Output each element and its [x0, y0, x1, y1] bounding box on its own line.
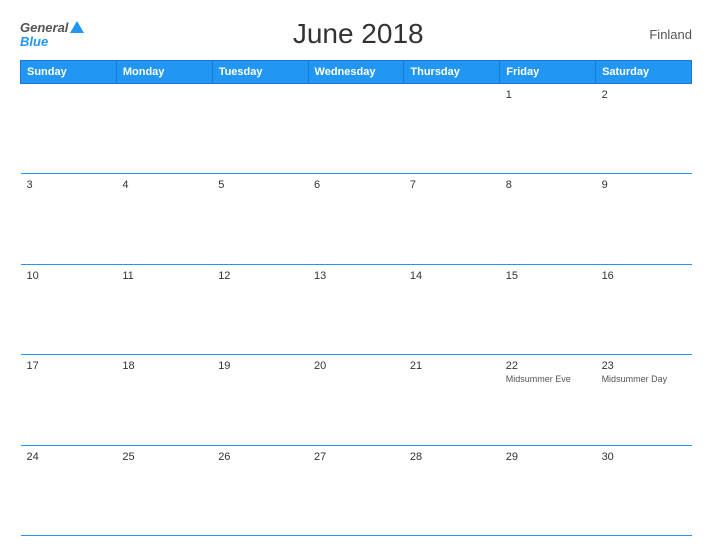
weekday-header-wednesday: Wednesday — [308, 61, 404, 84]
day-number: 16 — [602, 270, 686, 282]
weekday-header-thursday: Thursday — [404, 61, 500, 84]
calendar-week-row: 17 18 19 20 21 22 Midsummer Eve 23 Midsummer Day — [21, 355, 692, 445]
day-number: 24 — [27, 451, 111, 463]
day-number: 26 — [218, 451, 302, 463]
logo-triangle-icon — [70, 21, 84, 33]
weekday-header-tuesday: Tuesday — [212, 61, 308, 84]
calendar-cell: 27 — [308, 445, 404, 535]
day-number: 30 — [602, 451, 686, 463]
day-number: 11 — [122, 270, 206, 282]
day-number: 14 — [410, 270, 494, 282]
weekday-header-friday: Friday — [500, 61, 596, 84]
day-number: 7 — [410, 179, 494, 191]
calendar-cell — [404, 84, 500, 174]
event-label: Midsummer Eve — [506, 374, 590, 386]
calendar-cell: 24 — [21, 445, 117, 535]
calendar-cell: 23 Midsummer Day — [596, 355, 692, 445]
calendar-cell: 28 — [404, 445, 500, 535]
calendar-cell: 22 Midsummer Eve — [500, 355, 596, 445]
day-number: 23 — [602, 360, 686, 372]
calendar-week-row: 10 11 12 13 14 15 16 — [21, 264, 692, 354]
day-number: 29 — [506, 451, 590, 463]
calendar-cell: 6 — [308, 174, 404, 264]
calendar-table: SundayMondayTuesdayWednesdayThursdayFrid… — [20, 60, 692, 536]
calendar-title: June 2018 — [84, 18, 632, 50]
calendar-cell: 3 — [21, 174, 117, 264]
calendar-cell: 19 — [212, 355, 308, 445]
calendar-cell: 25 — [116, 445, 212, 535]
calendar-cell: 17 — [21, 355, 117, 445]
day-number: 25 — [122, 451, 206, 463]
logo: General Blue — [20, 21, 84, 48]
day-number: 4 — [122, 179, 206, 191]
calendar-week-row: 24 25 26 27 28 29 30 — [21, 445, 692, 535]
weekday-header-row: SundayMondayTuesdayWednesdayThursdayFrid… — [21, 61, 692, 84]
calendar-cell: 21 — [404, 355, 500, 445]
calendar-cell: 4 — [116, 174, 212, 264]
calendar-cell — [21, 84, 117, 174]
calendar-header: General Blue June 2018 Finland — [20, 18, 692, 50]
calendar-cell: 13 — [308, 264, 404, 354]
weekday-header-sunday: Sunday — [21, 61, 117, 84]
weekday-header-saturday: Saturday — [596, 61, 692, 84]
calendar-week-row: 3456789 — [21, 174, 692, 264]
weekday-header-monday: Monday — [116, 61, 212, 84]
calendar-cell: 7 — [404, 174, 500, 264]
calendar-cell: 8 — [500, 174, 596, 264]
day-number: 2 — [602, 89, 686, 101]
day-number: 18 — [122, 360, 206, 372]
calendar-cell: 26 — [212, 445, 308, 535]
calendar-cell: 29 — [500, 445, 596, 535]
calendar-cell: 10 — [21, 264, 117, 354]
day-number: 15 — [506, 270, 590, 282]
calendar-week-row: 12 — [21, 84, 692, 174]
calendar-cell: 11 — [116, 264, 212, 354]
day-number: 6 — [314, 179, 398, 191]
day-number: 22 — [506, 360, 590, 372]
calendar-cell: 18 — [116, 355, 212, 445]
day-number: 19 — [218, 360, 302, 372]
calendar-cell — [212, 84, 308, 174]
calendar-cell: 5 — [212, 174, 308, 264]
event-label: Midsummer Day — [602, 374, 686, 386]
calendar-cell: 16 — [596, 264, 692, 354]
day-number: 21 — [410, 360, 494, 372]
day-number: 1 — [506, 89, 590, 101]
day-number: 12 — [218, 270, 302, 282]
calendar-page: General Blue June 2018 Finland SundayMon… — [0, 0, 712, 550]
calendar-cell: 9 — [596, 174, 692, 264]
day-number: 28 — [410, 451, 494, 463]
country-label: Finland — [632, 27, 692, 42]
day-number: 10 — [27, 270, 111, 282]
calendar-cell: 1 — [500, 84, 596, 174]
calendar-cell: 30 — [596, 445, 692, 535]
day-number: 8 — [506, 179, 590, 191]
day-number: 9 — [602, 179, 686, 191]
day-number: 3 — [27, 179, 111, 191]
calendar-cell: 2 — [596, 84, 692, 174]
day-number: 5 — [218, 179, 302, 191]
calendar-cell — [116, 84, 212, 174]
day-number: 17 — [27, 360, 111, 372]
logo-general-text: General — [20, 21, 68, 34]
calendar-cell: 14 — [404, 264, 500, 354]
calendar-cell: 15 — [500, 264, 596, 354]
day-number: 20 — [314, 360, 398, 372]
day-number: 27 — [314, 451, 398, 463]
calendar-cell: 12 — [212, 264, 308, 354]
calendar-cell: 20 — [308, 355, 404, 445]
calendar-cell — [308, 84, 404, 174]
day-number: 13 — [314, 270, 398, 282]
logo-blue-text: Blue — [20, 35, 84, 48]
